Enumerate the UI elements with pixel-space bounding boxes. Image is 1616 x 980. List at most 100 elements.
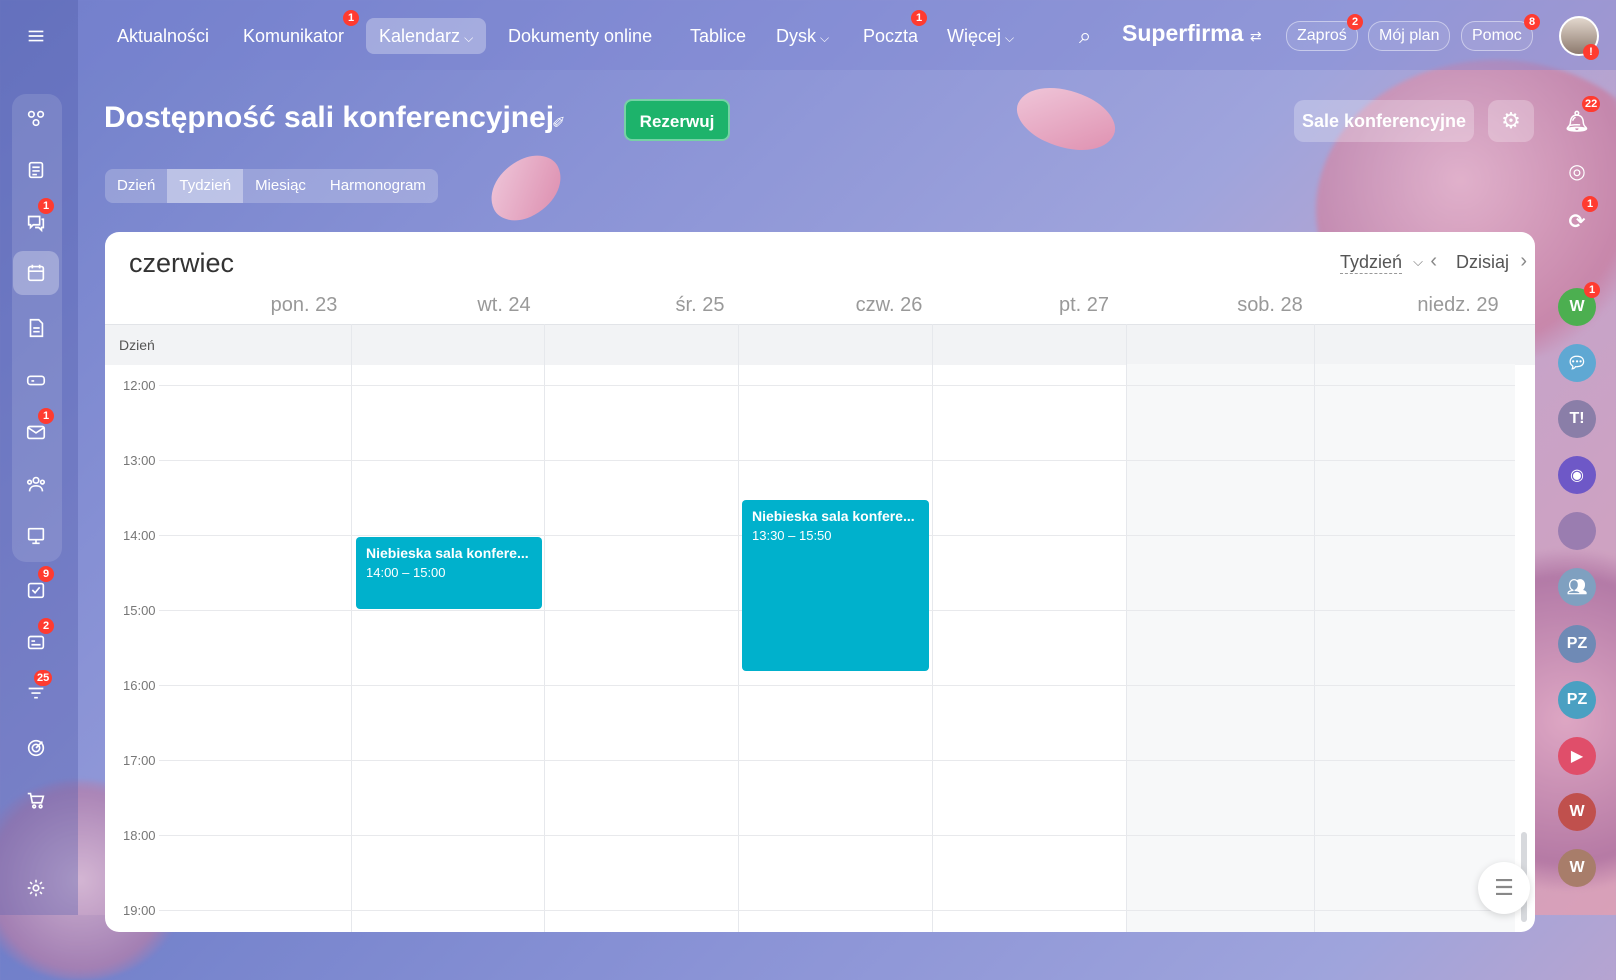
hour-label: 17:00 [123,753,156,768]
chevron-down-icon: ⌵ [1005,31,1015,45]
nav-item-dysk[interactable]: Dysk ⌵ [776,18,829,54]
help-button[interactable]: Pomoc 8 [1461,14,1540,51]
video-call-icon[interactable]: ▶ [1558,737,1596,775]
notifications-bell-icon[interactable]: 🔔︎ 22 [1558,96,1601,140]
komunikator-badge: 1 [343,10,359,26]
documents-icon[interactable] [16,308,56,348]
day-header-tue[interactable]: wt. 24 [407,294,601,317]
sync-search-icon[interactable]: ⟳ 1 [1558,196,1598,240]
chevron-down-icon: ⌵ [820,31,830,45]
nav-item-dokumenty-online[interactable]: Dokumenty online [508,18,652,54]
search-icon[interactable]: ⌕ [1079,18,1091,54]
invite-button[interactable]: Zaproś 2 [1286,14,1363,51]
event-time: 13:30 – 15:50 [752,528,832,543]
list-view-icon[interactable]: ☰ [1478,862,1530,914]
tasks-badge: 9 [38,566,54,582]
today-button[interactable]: Dzisiaj [1456,252,1509,273]
feed-icon[interactable] [16,150,56,190]
brand-settings-icon[interactable]: ⇄ [1250,28,1262,44]
copilot-icon[interactable]: ◎ [1558,152,1596,190]
chat-avatar-w[interactable]: W 1 [1558,282,1600,326]
messenger-icon[interactable]: 1 [16,198,56,242]
collaboration-icon[interactable] [16,98,56,138]
chat-avatar-pz[interactable]: PZ [1558,681,1596,719]
decorative-petal [1008,71,1124,167]
hour-line [159,385,1515,386]
nav-item-tablice[interactable]: Tablice [690,18,746,54]
calendar-event[interactable]: Niebieska sala konfere... 13:30 – 15:50 [742,500,929,671]
presentation-icon[interactable] [16,516,56,556]
tasks-icon[interactable]: 9 [16,566,56,610]
sales-badge: 25 [34,670,53,686]
goals-icon[interactable] [16,728,56,768]
hour-line [159,460,1515,461]
tab-day[interactable]: Dzień [105,169,167,203]
calendar-icon[interactable] [13,251,59,295]
chat-avatar-w[interactable]: W [1558,793,1596,831]
day-header-thu[interactable]: czw. 26 [792,294,986,317]
chevron-down-icon[interactable]: ⌵ [1413,254,1423,270]
chat-avatar-pz[interactable]: PZ [1558,625,1596,663]
column-divider [738,324,739,932]
drive-icon[interactable] [16,360,56,400]
mail-icon[interactable]: 1 [16,408,56,452]
weekend-column-sat [1126,364,1314,932]
hour-line [159,910,1515,911]
nav-item-aktualnosci[interactable]: Aktualności [117,18,209,54]
all-day-row[interactable]: Dzień [105,324,1535,365]
tab-schedule[interactable]: Harmonogram [318,169,438,203]
chat-avatar-w[interactable]: W [1558,849,1596,887]
settings-gear-icon[interactable] [16,868,56,908]
employees-icon[interactable] [16,464,56,504]
my-plan-button[interactable]: Mój plan [1368,21,1451,51]
column-divider [932,324,933,932]
invite-badge: 2 [1347,14,1363,30]
chat-avatar-image[interactable] [1558,512,1596,550]
day-header-fri[interactable]: pt. 27 [987,294,1181,317]
avatar-alert-badge: ! [1583,44,1599,60]
menu-burger-icon[interactable] [16,16,56,56]
view-tabs: Dzień Tydzień Miesiąc Harmonogram [105,169,438,203]
chat-group-icon[interactable]: 💬︎ [1558,344,1596,382]
nav-item-komunikator[interactable]: Komunikator 1 [243,10,359,54]
crm-icon[interactable]: 2 [16,618,56,662]
nav-item-wiecej[interactable]: Więcej ⌵ [947,18,1014,54]
calendar-settings-gear-icon[interactable]: ⚙ [1488,100,1534,142]
chat-avatar-t[interactable]: T! [1558,400,1596,438]
shop-cart-icon[interactable] [16,780,56,820]
chevron-down-icon: ⌵ [464,31,474,45]
reserve-button[interactable]: Rezerwuj [624,99,730,141]
hour-label: 13:00 [123,453,156,468]
sync-badge: 1 [1582,196,1598,212]
column-divider [351,324,352,932]
tab-week[interactable]: Tydzień [167,169,244,203]
column-divider [1314,324,1315,932]
tab-month[interactable]: Miesiąc [243,169,318,203]
day-header-sun[interactable]: niedz. 29 [1361,294,1535,317]
hour-label: 19:00 [123,903,156,918]
poczta-badge: 1 [911,10,927,26]
page-title: Dostępność sali konferencyjnej [104,101,555,134]
event-time: 14:00 – 15:00 [366,565,446,580]
user-avatar[interactable]: ! [1559,16,1599,60]
notifications-badge: 22 [1582,96,1601,112]
chevron-left-icon[interactable]: ‹ [1430,250,1437,273]
day-header-sat[interactable]: sob. 28 [1173,294,1367,317]
pin-icon[interactable]: ✐ [552,113,565,133]
hour-label: 18:00 [123,828,156,843]
conference-rooms-button[interactable]: Sale konferencyjne [1294,100,1474,142]
chat-avatar-people[interactable]: 👥︎ [1558,568,1596,606]
nav-item-poczta[interactable]: Poczta 1 [863,10,927,54]
sales-funnel-icon[interactable]: 25 [16,670,56,714]
calendar-event[interactable]: Niebieska sala konfere... 14:00 – 15:00 [356,537,542,609]
nav-item-kalendarz[interactable]: Kalendarz ⌵ [366,18,487,54]
view-select[interactable]: Tydzień [1339,252,1402,274]
chevron-right-icon[interactable]: › [1520,250,1527,273]
day-header-mon[interactable]: pon. 23 [207,294,401,317]
hour-line [159,685,1515,686]
event-title: Niebieska sala konfere... [366,545,529,561]
day-header-wed[interactable]: śr. 25 [603,294,797,317]
chat-avatar-copilot[interactable]: ◉ [1558,456,1596,494]
brand-name[interactable]: Superfirma ⇄ [1122,20,1262,47]
month-title: czerwiec [129,248,235,278]
